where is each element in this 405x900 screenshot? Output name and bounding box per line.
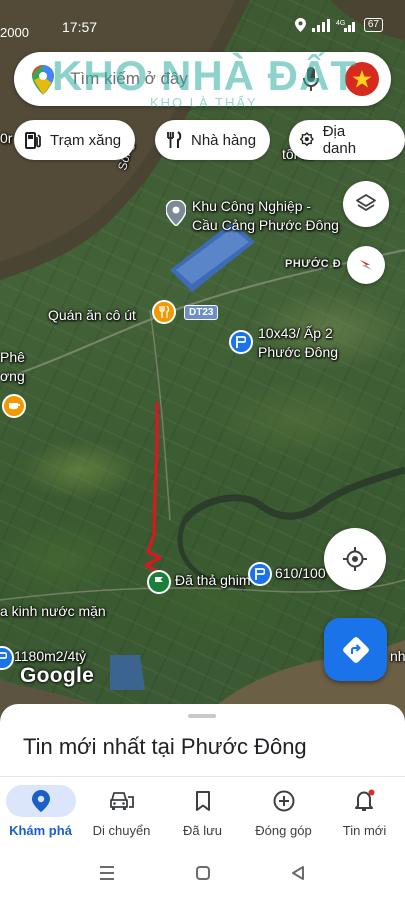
chip-gas-station[interactable]: Trạm xăng [14,120,136,160]
star-flag-icon [352,70,372,88]
explore-pin-icon [31,790,50,812]
listing-flag-pin-icon[interactable] [229,330,253,354]
nav-label: Khám phá [9,823,72,838]
map-label-listing-3[interactable]: 1180m2/4tỷ [14,648,86,665]
map-label-left-2: ơng [0,368,25,384]
map-label-left-3: a kinh nước mặn [0,603,106,619]
nav-label: Đóng góp [255,823,312,838]
nav-commute[interactable]: Di chuyển [81,777,162,849]
plus-circle-icon [273,790,294,812]
compass-icon [359,259,373,271]
listing-flag-pin-icon[interactable] [248,562,272,586]
map-label-listing-1b[interactable]: Phước Đông [258,344,338,361]
status-left-text: 2000 [0,25,29,40]
landmark-icon [299,132,314,147]
road-shield: DT23 [184,305,219,320]
map-label-edge-bottom-right: nh [390,648,405,664]
system-nav-bar [0,848,405,900]
home-icon[interactable] [195,865,211,881]
recent-apps-icon[interactable] [98,865,116,881]
map-label-listing-1[interactable]: 10x43/ Ấp 2 [258,325,333,342]
layers-button[interactable] [343,181,389,227]
mic-icon[interactable] [303,67,319,91]
map-label-dropped-pin[interactable]: Đã thả ghim [175,572,250,589]
back-icon[interactable] [290,865,306,881]
map-label-edge: 0r [0,130,13,146]
nav-label: Di chuyển [92,823,151,838]
compass-button[interactable] [347,246,385,284]
search-placeholder[interactable]: Tìm kiếm ở đây [70,69,188,89]
svg-text:4G: 4G [336,20,345,27]
signal-icon [311,18,330,32]
car-icon [109,792,134,810]
my-location-button[interactable] [324,528,386,590]
bottom-sheet[interactable]: Tin mới nhất tại Phước Đông [0,704,405,784]
place-pin-icon[interactable] [166,200,186,226]
chip-restaurant[interactable]: Nhà hàng [155,120,271,160]
directions-button[interactable] [324,618,387,681]
nav-updates[interactable]: Tin mới [324,777,405,849]
directions-icon [342,636,369,663]
layers-icon [356,194,376,211]
signal-4g-icon: 4G [336,20,355,32]
map-label-listing-2[interactable]: 610/100 [275,565,326,582]
nav-saved[interactable]: Đã lưu [162,777,243,849]
crosshair-icon [343,547,367,571]
status-icons: 4G 67 [294,18,383,32]
google-logo: Google [20,664,95,687]
battery-icon: 67 [363,18,383,32]
chip-label: Nhà hàng [191,131,257,149]
nav-label: Tin mới [342,823,387,838]
status-bar: 2000 17:57 4G 67 [0,0,405,48]
map-area-label: PHƯỚC Đ [285,258,342,270]
nav-contribute[interactable]: Đóng góp [243,777,324,849]
location-icon [294,18,306,32]
restaurant-icon [167,131,182,148]
chip-label: Trạm xăng [50,131,122,149]
bottom-nav: Khám phá Di chuyển Đã lưu Đóng góp Tin m… [0,776,405,848]
food-pin-icon[interactable] [2,394,26,418]
nav-label: Đã lưu [182,823,223,838]
sheet-drag-handle[interactable] [188,714,216,718]
maps-logo-icon [32,65,54,95]
avatar[interactable] [345,62,379,96]
map-label-left-1: Phê [0,349,25,365]
map-label-industrial-zone-2[interactable]: Cầu Cảng Phước Đông [192,217,339,234]
dropped-pin-icon[interactable] [147,570,171,594]
bookmark-icon [195,791,210,811]
bell-icon [354,789,374,811]
sheet-title: Tin mới nhất tại Phước Đông [23,734,307,759]
gas-station-icon [25,132,41,149]
watermark-sub: KHO LÀ THẤY [150,95,258,110]
restaurant-pin-icon[interactable] [152,300,176,324]
nav-explore[interactable]: Khám phá [0,777,81,849]
map-label-industrial-zone[interactable]: Khu Công Nghiệp - [192,198,311,215]
chip-landmark[interactable]: Địa danh [289,120,405,160]
status-time: 17:57 [62,19,98,35]
chip-label: Địa danh [322,123,357,157]
map-label-restaurant[interactable]: Quán ăn cô út [48,307,136,324]
